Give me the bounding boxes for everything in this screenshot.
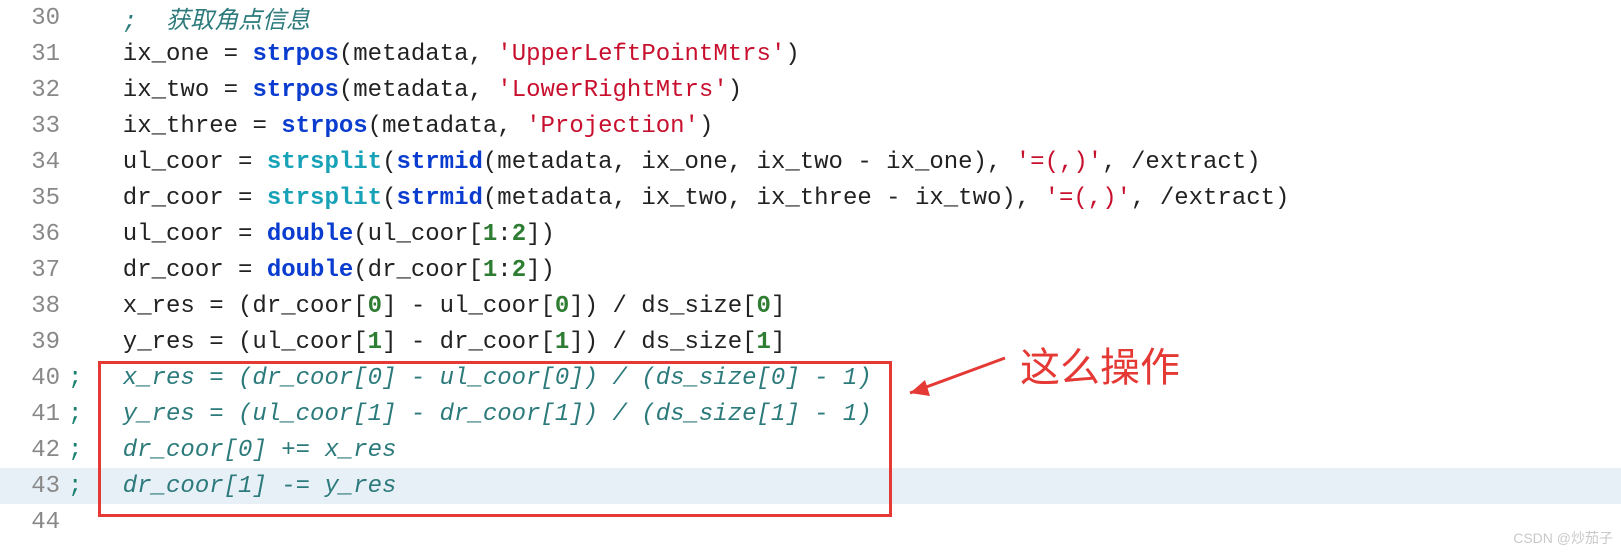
code-content: dr_coor[0] += x_res <box>94 437 1621 464</box>
line-number: 30 <box>0 5 68 32</box>
line-number: 38 <box>0 293 68 320</box>
code-content: x_res = (dr_coor[0] - ul_coor[0]) / (ds_… <box>94 365 1621 392</box>
code-content: y_res = (ul_coor[1] - dr_coor[1]) / (ds_… <box>94 401 1621 428</box>
modification-marker: ; <box>68 401 94 428</box>
code-content: dr_coor = double(dr_coor[1:2]) <box>94 257 1621 284</box>
line-number: 43 <box>0 473 68 500</box>
modification-marker: ; <box>68 437 94 464</box>
line-number: 42 <box>0 437 68 464</box>
code-line[interactable]: 43; dr_coor[1] -= y_res <box>0 468 1621 504</box>
code-line[interactable]: 33 ix_three = strpos(metadata, 'Projecti… <box>0 108 1621 144</box>
code-line[interactable]: 32 ix_two = strpos(metadata, 'LowerRight… <box>0 72 1621 108</box>
code-line[interactable]: 38 x_res = (dr_coor[0] - ul_coor[0]) / d… <box>0 288 1621 324</box>
line-number: 39 <box>0 329 68 356</box>
code-line[interactable]: 30 ; 获取角点信息 <box>0 0 1621 36</box>
code-content: ix_two = strpos(metadata, 'LowerRightMtr… <box>94 77 1621 104</box>
modification-marker: ; <box>68 473 94 500</box>
code-line[interactable]: 42; dr_coor[0] += x_res <box>0 432 1621 468</box>
code-line[interactable]: 44 <box>0 504 1621 540</box>
code-line[interactable]: 34 ul_coor = strsplit(strmid(metadata, i… <box>0 144 1621 180</box>
line-number: 40 <box>0 365 68 392</box>
line-number: 37 <box>0 257 68 284</box>
line-number: 34 <box>0 149 68 176</box>
line-number: 41 <box>0 401 68 428</box>
code-content: y_res = (ul_coor[1] - dr_coor[1]) / ds_s… <box>94 329 1621 356</box>
annotation-label: 这么操作 <box>1020 335 1180 393</box>
code-content: ix_one = strpos(metadata, 'UpperLeftPoin… <box>94 41 1621 68</box>
code-line[interactable]: 37 dr_coor = double(dr_coor[1:2]) <box>0 252 1621 288</box>
code-line[interactable]: 39 y_res = (ul_coor[1] - dr_coor[1]) / d… <box>0 324 1621 360</box>
code-content: ul_coor = double(ul_coor[1:2]) <box>94 221 1621 248</box>
code-content: ul_coor = strsplit(strmid(metadata, ix_o… <box>94 149 1621 176</box>
line-number: 35 <box>0 185 68 212</box>
code-line[interactable]: 41; y_res = (ul_coor[1] - dr_coor[1]) / … <box>0 396 1621 432</box>
line-number: 44 <box>0 509 68 536</box>
code-content: x_res = (dr_coor[0] - ul_coor[0]) / ds_s… <box>94 293 1621 320</box>
watermark-text: CSDN @炒茄子 <box>1513 528 1613 548</box>
code-editor[interactable]: 30 ; 获取角点信息31 ix_one = strpos(metadata, … <box>0 0 1621 552</box>
code-content: dr_coor[1] -= y_res <box>94 473 1621 500</box>
code-line[interactable]: 40; x_res = (dr_coor[0] - ul_coor[0]) / … <box>0 360 1621 396</box>
modification-marker: ; <box>68 365 94 392</box>
code-line[interactable]: 31 ix_one = strpos(metadata, 'UpperLeftP… <box>0 36 1621 72</box>
code-content: dr_coor = strsplit(strmid(metadata, ix_t… <box>94 185 1621 212</box>
line-number: 33 <box>0 113 68 140</box>
line-number: 36 <box>0 221 68 248</box>
code-lines: 30 ; 获取角点信息31 ix_one = strpos(metadata, … <box>0 0 1621 540</box>
line-number: 32 <box>0 77 68 104</box>
code-line[interactable]: 35 dr_coor = strsplit(strmid(metadata, i… <box>0 180 1621 216</box>
code-content: ; 获取角点信息 <box>94 0 1621 36</box>
line-number: 31 <box>0 41 68 68</box>
code-content: ix_three = strpos(metadata, 'Projection'… <box>94 113 1621 140</box>
code-line[interactable]: 36 ul_coor = double(ul_coor[1:2]) <box>0 216 1621 252</box>
